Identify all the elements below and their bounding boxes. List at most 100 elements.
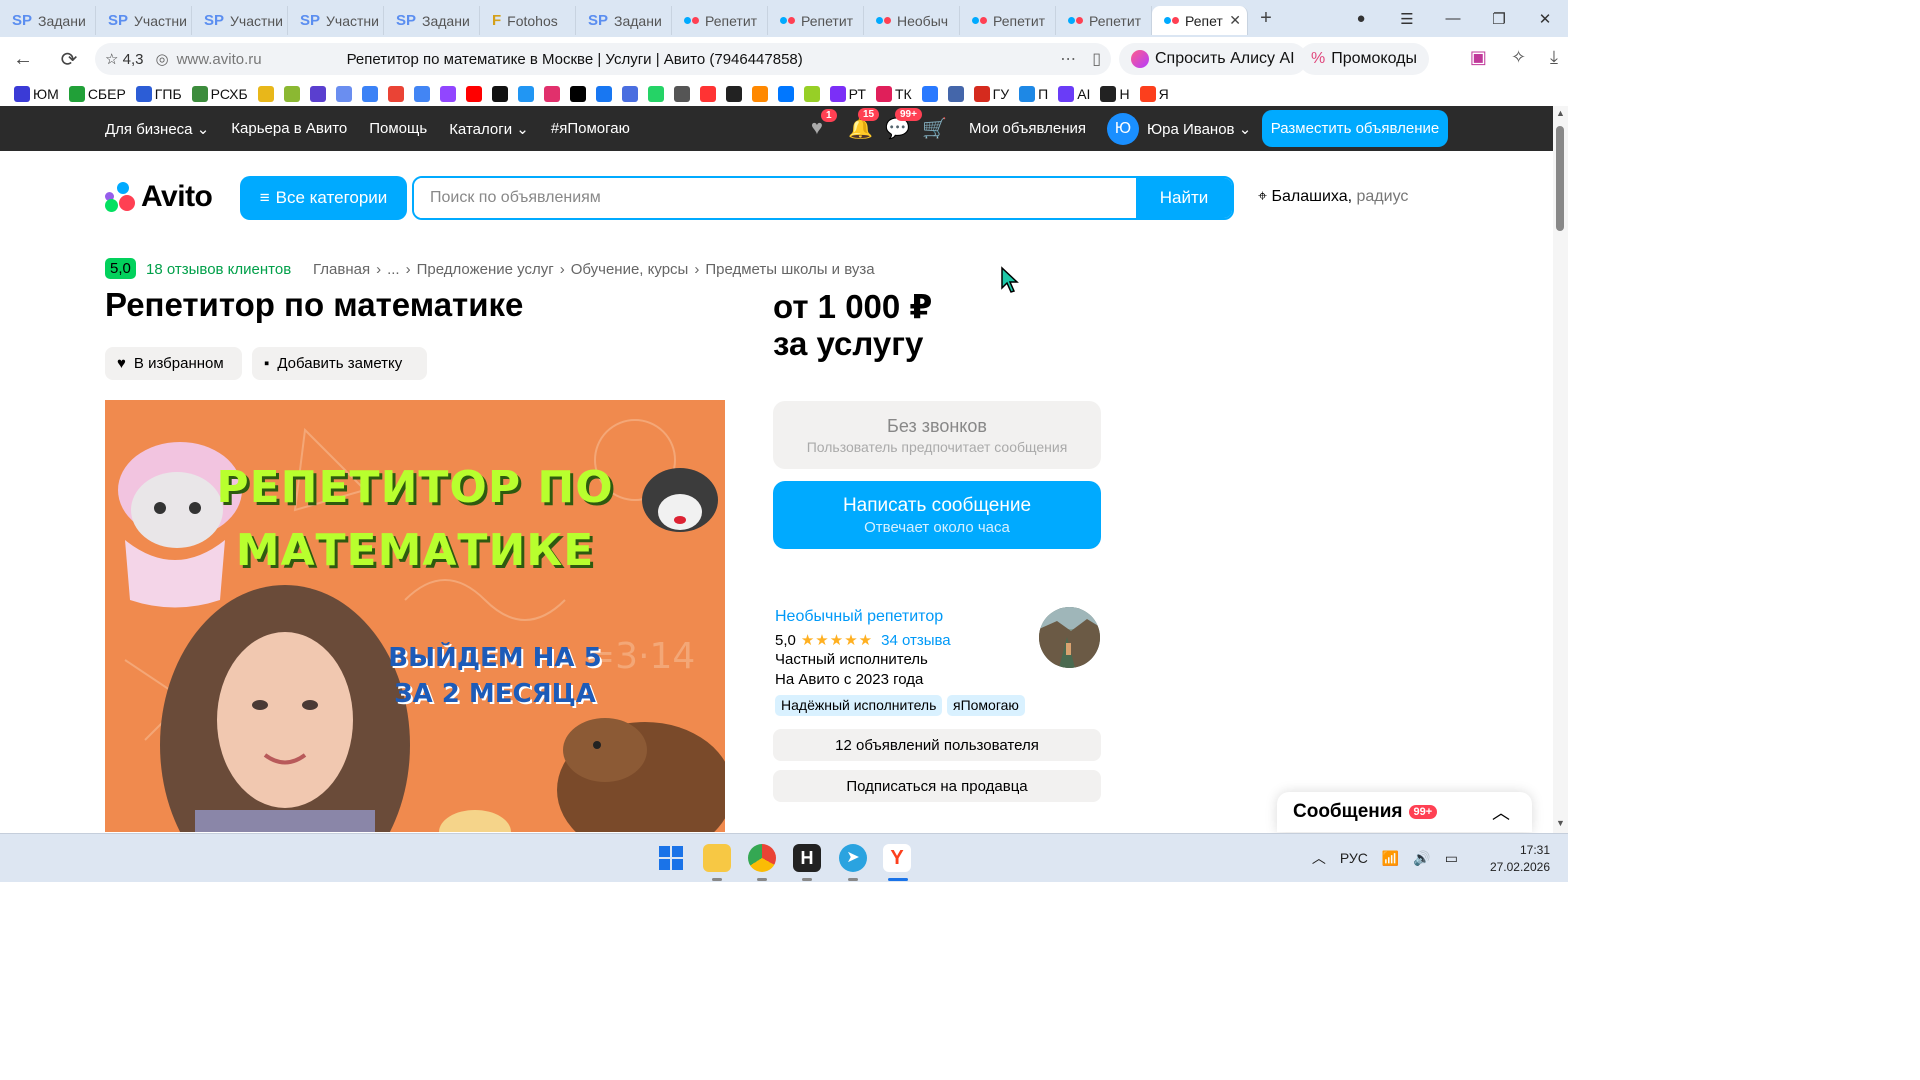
scroll-down-arrow-icon[interactable]: ▼ — [1556, 818, 1565, 828]
battery-icon[interactable]: ▭ — [1445, 850, 1458, 867]
bookmark-item[interactable]: П — [1019, 85, 1048, 102]
close-tab-icon[interactable]: ✕ — [1229, 12, 1241, 29]
bookmark-item[interactable] — [491, 85, 508, 102]
yandex-browser-icon[interactable]: Y — [883, 844, 911, 872]
add-note-button[interactable]: ▪ Добавить заметку — [252, 347, 427, 380]
bookmark-item[interactable] — [335, 85, 352, 102]
extensions-icon[interactable]: ✧ — [1511, 47, 1526, 68]
bookmark-item[interactable]: AI — [1058, 85, 1090, 102]
bookmark-item[interactable] — [309, 85, 326, 102]
bookmark-item[interactable] — [803, 85, 820, 102]
promo-button[interactable]: % Промокоды — [1299, 43, 1429, 75]
tray-chevron-up-icon[interactable]: ︿ — [1312, 848, 1326, 868]
breadcrumb-item[interactable]: Главная — [313, 261, 370, 278]
tag-reliable[interactable]: Надёжный исполнитель — [775, 695, 943, 716]
cart-icon[interactable]: 🛒 — [922, 116, 959, 141]
bookmark-item[interactable]: СБЕР — [68, 85, 126, 102]
browser-tab[interactable]: SP Участни — [288, 6, 384, 35]
wifi-icon[interactable]: 📶 — [1382, 850, 1399, 867]
breadcrumb-item[interactable]: Предметы школы и вуза — [705, 261, 874, 278]
browser-tab[interactable]: Репетит — [1056, 6, 1152, 35]
header-nav-item[interactable]: Помощь — [369, 120, 427, 137]
listing-main-photo[interactable]: =3·14 РЕПЕТИТОР ПО МАТЕМАТИКЕ ВЫЙДЕМ НА … — [105, 400, 725, 832]
bookmark-item[interactable] — [569, 85, 586, 102]
browser-tab[interactable]: Репетит — [672, 6, 768, 35]
bookmark-item[interactable] — [517, 85, 534, 102]
download-icon[interactable]: ⤓ — [1550, 47, 1558, 68]
seller-name-link[interactable]: Необычный репетитор — [775, 608, 943, 626]
bookmark-item[interactable] — [257, 85, 274, 102]
avito-logo[interactable]: Avito — [105, 180, 213, 214]
bookmark-item[interactable]: РТ — [829, 85, 866, 102]
page-scrollbar[interactable]: ▲ ▼ — [1553, 106, 1568, 833]
profile-icon[interactable]: ● — [1338, 10, 1384, 27]
user-avatar[interactable]: Ю — [1107, 112, 1139, 145]
bookmark-item[interactable] — [439, 85, 456, 102]
header-nav-item[interactable]: Каталоги ⌄ — [449, 120, 529, 138]
browser-tab[interactable]: SP Задани — [0, 6, 96, 35]
browser-tab[interactable]: SP Участни — [96, 6, 192, 35]
volume-icon[interactable]: 🔊 — [1413, 850, 1430, 867]
tab-menu-icon[interactable]: ☰ — [1384, 10, 1430, 28]
bookmark-item[interactable] — [543, 85, 560, 102]
write-message-button[interactable]: Написать сообщение Отвечает около часа — [773, 481, 1101, 549]
bookmark-item[interactable] — [465, 85, 482, 102]
shield-icon[interactable]: ◎ — [155, 50, 168, 68]
browser-tab[interactable]: Репет ✕ — [1152, 6, 1248, 35]
find-button[interactable]: Найти — [1136, 178, 1232, 218]
bookmark-item[interactable] — [921, 85, 938, 102]
header-nav-item[interactable]: #яПомогаю — [551, 120, 630, 137]
subscribe-seller-button[interactable]: Подписаться на продавца — [773, 770, 1101, 802]
bookmark-item[interactable]: Н — [1100, 85, 1130, 102]
chevron-up-icon[interactable]: ︿ — [1492, 799, 1510, 825]
bookmark-item[interactable] — [751, 85, 768, 102]
telegram-icon[interactable]: ➤ — [839, 844, 867, 872]
search-input[interactable] — [414, 178, 1136, 218]
system-clock[interactable]: 17:31 27.02.2026 — [1490, 842, 1550, 876]
image-icon[interactable]: ▣ — [1470, 47, 1487, 68]
new-tab-button[interactable]: + — [1250, 3, 1282, 35]
scroll-thumb[interactable] — [1556, 126, 1564, 231]
bookmark-icon[interactable]: ▯ — [1092, 49, 1101, 69]
bookmark-item[interactable] — [673, 85, 690, 102]
bookmark-item[interactable]: ТК — [875, 85, 912, 102]
more-icon[interactable]: ⋯ — [1060, 49, 1076, 69]
header-nav-item[interactable]: Для бизнеса ⌄ — [105, 120, 209, 138]
notifications-bell-icon[interactable]: 🔔 15 — [848, 108, 885, 141]
minimize-button[interactable]: — — [1430, 10, 1476, 27]
bookmark-item[interactable] — [777, 85, 794, 102]
bookmark-item[interactable] — [725, 85, 742, 102]
browser-tab[interactable]: SP Участни — [192, 6, 288, 35]
scroll-up-arrow-icon[interactable]: ▲ — [1556, 108, 1565, 118]
bookmark-item[interactable] — [387, 85, 404, 102]
browser-tab[interactable]: Необыч — [864, 6, 960, 35]
start-menu-icon[interactable] — [657, 844, 685, 872]
bookmark-item[interactable]: РСХБ — [191, 85, 248, 102]
bookmark-item[interactable]: ГУ — [973, 85, 1009, 102]
seller-avatar[interactable] — [1039, 607, 1100, 668]
post-ad-button[interactable]: Разместить объявление — [1262, 110, 1448, 147]
header-nav-item[interactable]: Карьера в Авито — [231, 120, 347, 137]
browser-tab[interactable]: SP Задани — [384, 6, 480, 35]
bookmark-item[interactable] — [621, 85, 638, 102]
client-reviews-link[interactable]: 18 отзывов клиентов — [146, 261, 291, 278]
bookmark-item[interactable] — [283, 85, 300, 102]
site-rating[interactable]: ☆ 4,3 — [105, 50, 143, 68]
chrome-icon[interactable] — [748, 844, 776, 872]
maximize-button[interactable]: ❐ — [1476, 10, 1522, 28]
all-categories-button[interactable]: ≡ Все категории — [240, 176, 407, 220]
bookmark-item[interactable] — [647, 85, 664, 102]
back-button[interactable]: ← — [0, 48, 46, 71]
seller-reviews-link[interactable]: 34 отзыва — [881, 632, 951, 649]
user-name-menu[interactable]: Юра Иванов ⌄ — [1147, 120, 1251, 138]
location-selector[interactable]: ⌖ Балашиха, радиус — [1258, 188, 1408, 206]
breadcrumb-item[interactable]: Предложение услуг — [417, 261, 554, 278]
reload-button[interactable]: ⟳ — [46, 47, 92, 72]
messenger-widget[interactable]: Сообщения 99+ ︿ — [1277, 792, 1532, 832]
alisa-button[interactable]: Спросить Алису AI — [1119, 43, 1307, 75]
bookmark-item[interactable] — [361, 85, 378, 102]
user-ads-button[interactable]: 12 объявлений пользователя — [773, 729, 1101, 761]
browser-tab[interactable]: F Fotohos — [480, 6, 576, 35]
file-explorer-icon[interactable] — [703, 844, 731, 872]
favorites-heart-icon[interactable]: ♥ 1 — [811, 109, 848, 140]
